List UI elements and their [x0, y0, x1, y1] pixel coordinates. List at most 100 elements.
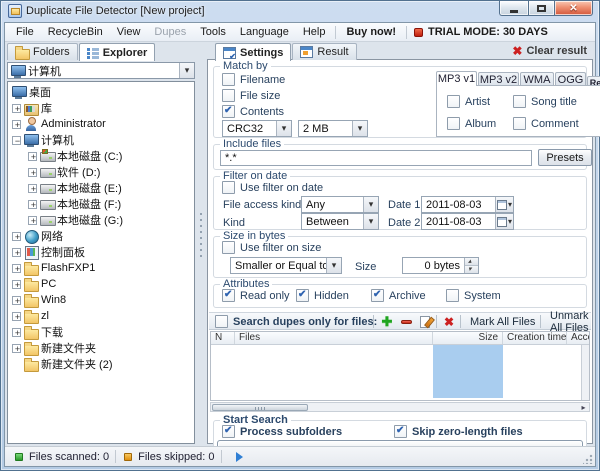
expand-icon[interactable]: [12, 344, 21, 353]
tab-wma[interactable]: WMA: [520, 72, 554, 86]
size-spinner[interactable]: 0 bytes: [402, 257, 479, 274]
menu-recyclebin[interactable]: RecycleBin: [41, 23, 110, 42]
tree-item-new-folder[interactable]: 新建文件夹: [8, 340, 194, 356]
tree-item-drive-e[interactable]: 本地磁盘 (E:): [8, 180, 194, 196]
date1-field[interactable]: 2011-08-03: [421, 196, 514, 213]
scroll-right-arrow[interactable]: [579, 404, 588, 411]
tree-item-drive-g[interactable]: 本地磁盘 (G:): [8, 212, 194, 228]
chevron-down-icon[interactable]: [352, 121, 367, 136]
file-size-checkbox[interactable]: File size: [222, 89, 280, 102]
size-comparison-combobox[interactable]: Smaller or Equal to: [230, 257, 342, 274]
tree-item-drive-f[interactable]: 本地磁盘 (F:): [8, 196, 194, 212]
expand-icon[interactable]: [12, 264, 21, 273]
date2-field[interactable]: 2011-08-03: [421, 213, 514, 230]
expand-icon[interactable]: [12, 120, 21, 129]
chevron-down-icon[interactable]: [363, 197, 378, 212]
tab-result[interactable]: Result: [292, 43, 356, 60]
scrollbar-thumb[interactable]: [212, 404, 308, 411]
start-scan-icon[interactable]: [236, 452, 243, 462]
chevron-down-icon[interactable]: [363, 214, 378, 229]
expand-icon[interactable]: [28, 184, 37, 193]
tree-item-win8[interactable]: Win8: [8, 292, 194, 308]
resize-grip[interactable]: [583, 454, 593, 464]
system-checkbox[interactable]: System: [446, 289, 501, 302]
tree-item-desktop[interactable]: 桌面: [8, 84, 194, 100]
expand-icon[interactable]: [12, 296, 21, 305]
expand-icon[interactable]: [28, 200, 37, 209]
expand-icon[interactable]: [12, 280, 21, 289]
unmark-all-files-button[interactable]: Unmark All Files: [544, 314, 595, 329]
artist-checkbox[interactable]: Artist: [447, 95, 490, 108]
tab-ogg[interactable]: OGG: [555, 72, 586, 86]
contents-checkbox[interactable]: Contents: [222, 105, 284, 118]
skip-zero-length-checkbox[interactable]: Skip zero-length files: [394, 425, 523, 438]
column-access[interactable]: Acces: [567, 332, 589, 344]
close-button[interactable]: ✕: [555, 1, 593, 16]
tree-item-pc[interactable]: PC: [8, 276, 194, 292]
expand-icon[interactable]: [12, 248, 21, 257]
add-file-button[interactable]: ✚: [379, 314, 395, 329]
column-creation-time[interactable]: Creation time: [503, 332, 567, 344]
menu-help[interactable]: Help: [296, 23, 333, 42]
use-size-filter-checkbox[interactable]: Use filter on size: [222, 241, 321, 254]
tree-item-new-folder-2[interactable]: 新建文件夹 (2): [8, 356, 194, 372]
edit-file-button[interactable]: [417, 314, 433, 329]
album-checkbox[interactable]: Album: [447, 117, 496, 130]
clear-result-button[interactable]: ✖ Clear result: [512, 45, 587, 57]
tree-item-downloads[interactable]: 下载: [8, 324, 194, 340]
tree-item-computer[interactable]: 计算机: [8, 132, 194, 148]
chevron-down-icon[interactable]: [276, 121, 291, 136]
presets-button[interactable]: Presets: [538, 149, 592, 166]
include-pattern-input[interactable]: *.*: [220, 150, 532, 166]
tree-item-flashfxp1[interactable]: FlashFXP1: [8, 260, 194, 276]
menu-language[interactable]: Language: [233, 23, 296, 42]
tree-item-zl[interactable]: zl: [8, 308, 194, 324]
comment-checkbox[interactable]: Comment: [513, 117, 579, 130]
calendar-icon[interactable]: [495, 214, 513, 229]
tree-item-administrator[interactable]: Administrator: [8, 116, 194, 132]
tree-item-network[interactable]: 网络: [8, 228, 194, 244]
calendar-icon[interactable]: [495, 197, 513, 212]
tree-item-drive-d[interactable]: 软件 (D:): [8, 164, 194, 180]
menu-view[interactable]: View: [110, 23, 148, 42]
root-folder-combobox[interactable]: 计算机: [7, 62, 195, 79]
minimize-button[interactable]: [499, 1, 528, 16]
menu-tools[interactable]: Tools: [193, 23, 233, 42]
chevron-down-icon[interactable]: [326, 258, 341, 273]
song-title-checkbox[interactable]: Song title: [513, 95, 577, 108]
expand-icon[interactable]: [12, 232, 21, 241]
table-horizontal-scrollbar[interactable]: [210, 402, 590, 412]
use-date-filter-checkbox[interactable]: Use filter on date: [222, 181, 323, 194]
menu-file[interactable]: File: [9, 23, 41, 42]
process-subfolders-checkbox[interactable]: Process subfolders: [222, 425, 342, 438]
block-size-combobox[interactable]: 2 MB: [298, 120, 368, 137]
archive-checkbox[interactable]: Archive: [371, 289, 426, 302]
table-vertical-scrollbar[interactable]: [581, 345, 589, 400]
read-only-checkbox[interactable]: Read only: [222, 289, 290, 302]
panel-splitter[interactable]: [195, 43, 207, 444]
tab-folders[interactable]: Folders: [7, 43, 78, 60]
tab-mp3v2[interactable]: MP3 v2: [478, 72, 519, 86]
maximize-button[interactable]: [528, 1, 555, 16]
expand-icon[interactable]: [28, 152, 37, 161]
collapse-icon[interactable]: [12, 136, 21, 145]
tree-item-libraries[interactable]: 库: [8, 100, 194, 116]
tree-item-control-panel[interactable]: 控制面板: [8, 244, 194, 260]
tree-item-drive-c[interactable]: 本地磁盘 (C:): [8, 148, 194, 164]
column-files[interactable]: Files: [235, 332, 433, 344]
tab-settings[interactable]: Settings: [215, 43, 291, 61]
buy-now-button[interactable]: Buy now!: [339, 23, 403, 42]
expand-icon[interactable]: [12, 328, 21, 337]
hash-method-combobox[interactable]: CRC32: [222, 120, 292, 137]
search-dupes-only-checkbox[interactable]: Search dupes only for files:: [215, 315, 377, 328]
remove-file-button[interactable]: [398, 314, 414, 329]
hidden-checkbox[interactable]: Hidden: [296, 289, 349, 302]
tab-mp3v1[interactable]: MP3 v1: [436, 71, 477, 86]
expand-icon[interactable]: [12, 104, 21, 113]
spinner-buttons[interactable]: [464, 258, 478, 273]
filename-checkbox[interactable]: Filename: [222, 73, 285, 86]
column-n[interactable]: N: [211, 332, 235, 344]
tab-explorer[interactable]: Explorer: [79, 43, 156, 61]
mark-all-files-button[interactable]: Mark All Files: [464, 314, 541, 329]
expand-icon[interactable]: [28, 216, 37, 225]
